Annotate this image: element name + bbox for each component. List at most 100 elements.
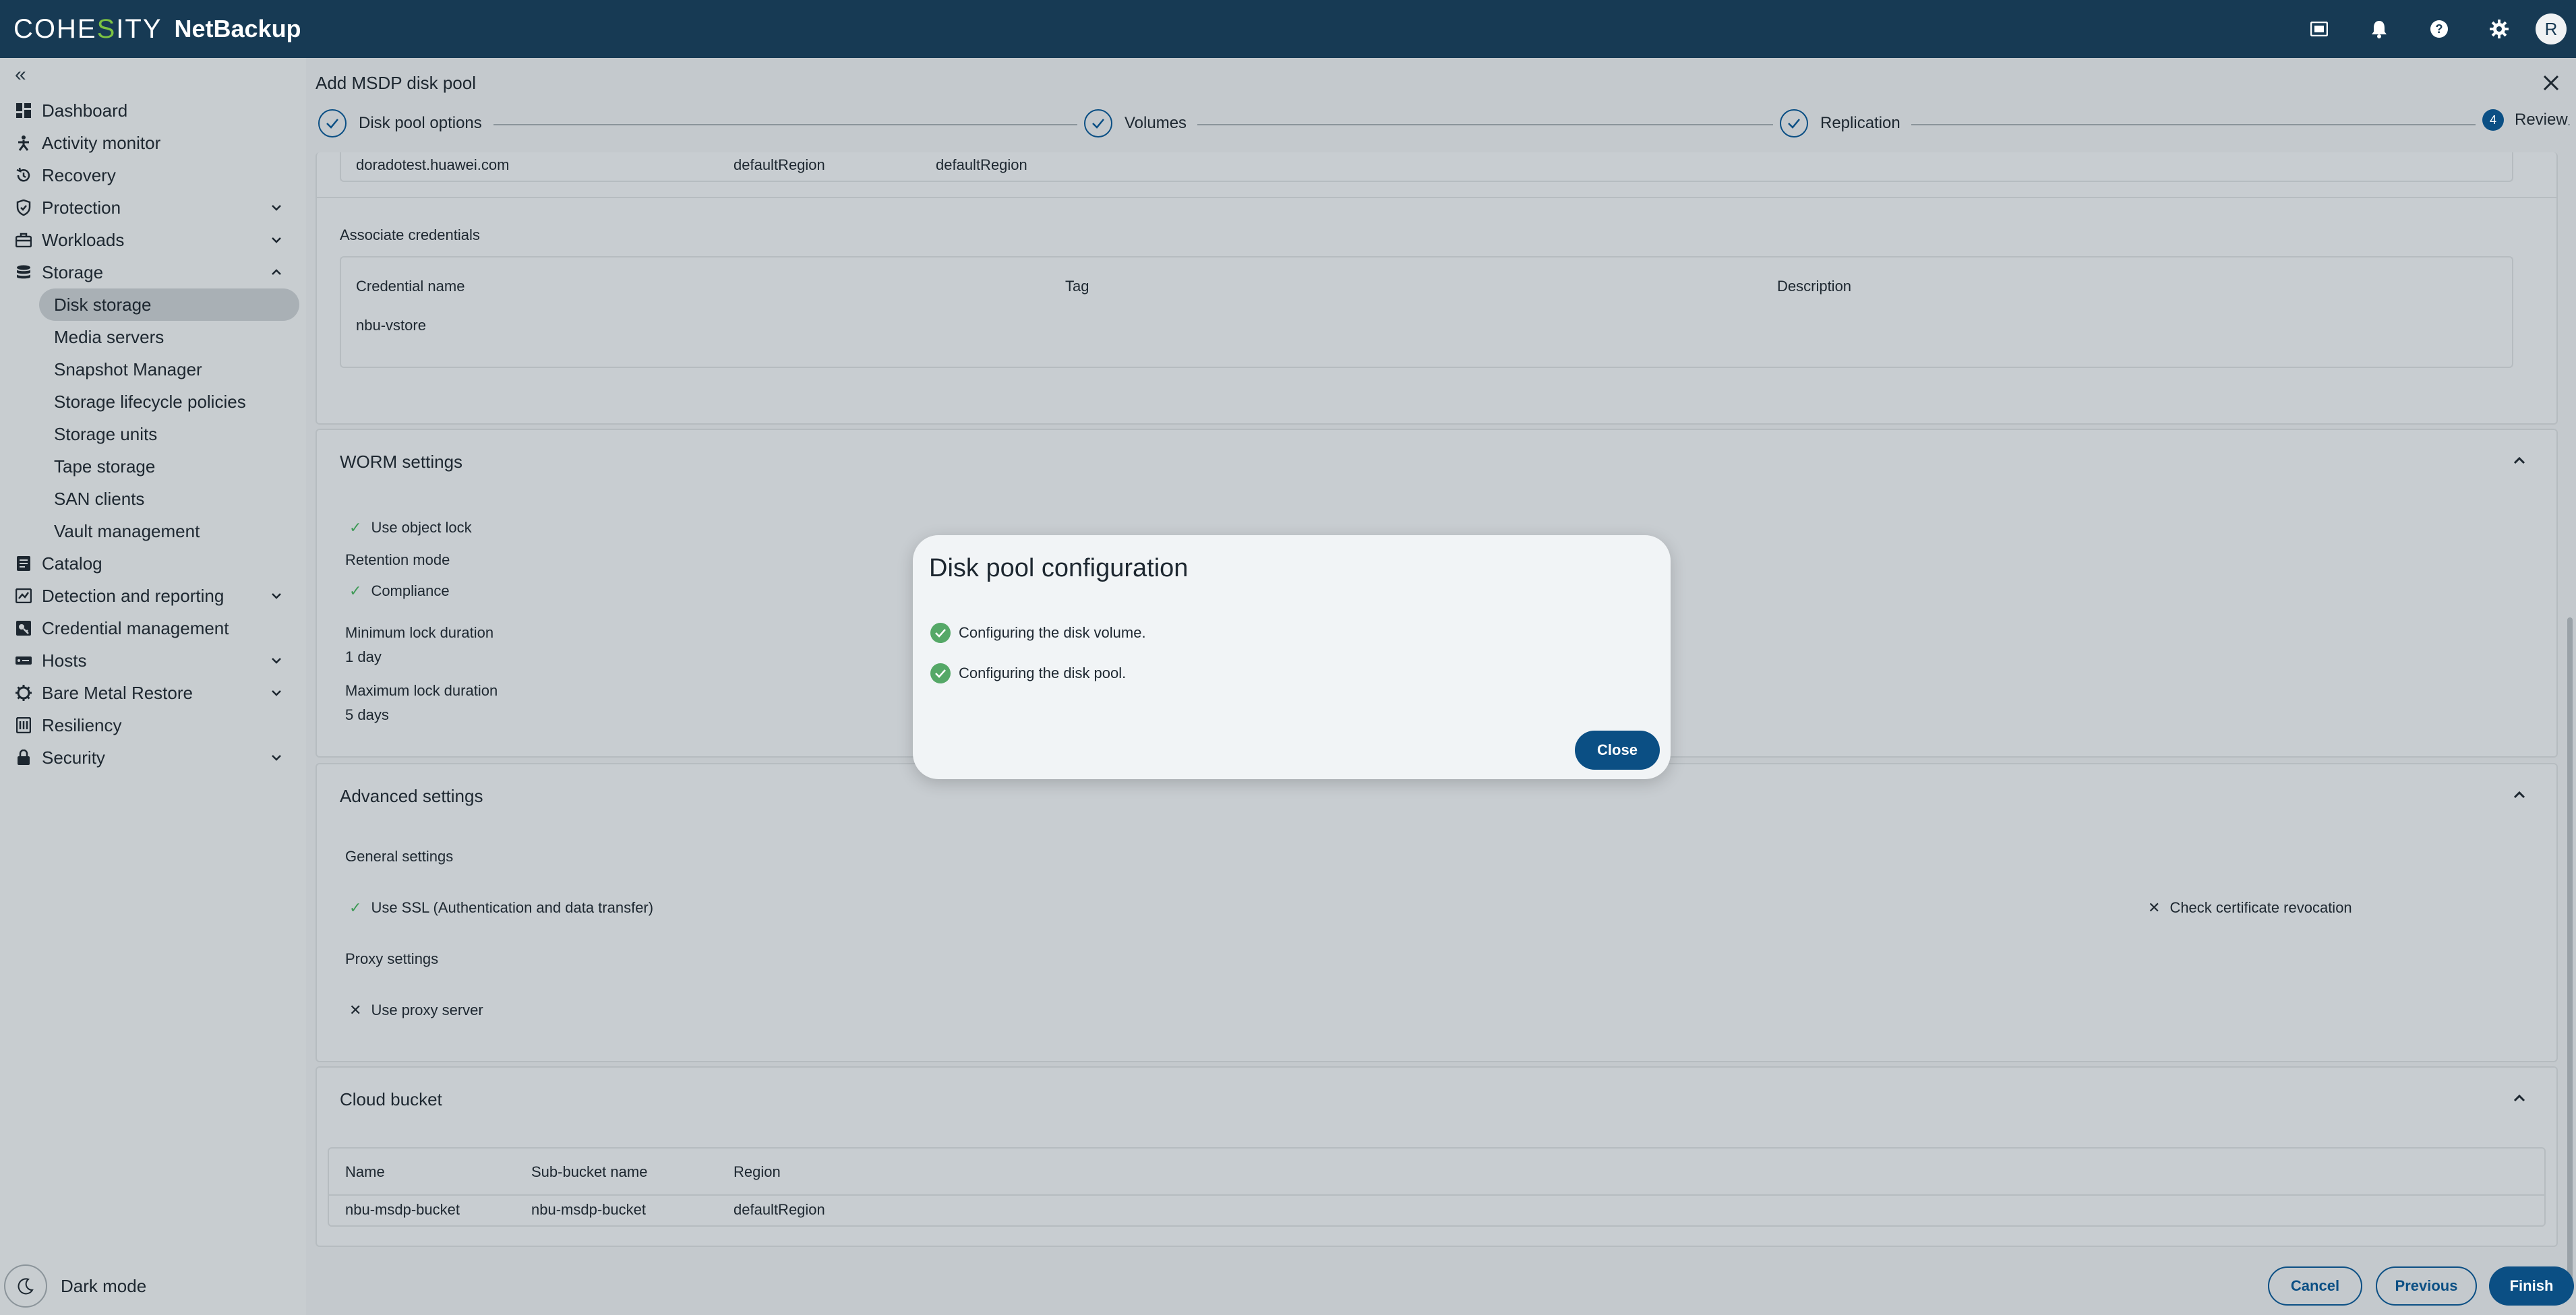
- assoc-credentials-title: Associate credentials: [340, 226, 480, 243]
- step-replication[interactable]: Replication: [1773, 109, 1911, 137]
- sidebar-subitem-vault-management[interactable]: Vault management: [0, 515, 306, 547]
- sidebar-item-protection[interactable]: Protection: [0, 191, 306, 224]
- step-label: Replication: [1820, 114, 1900, 132]
- col-header-description: Description: [1777, 278, 1852, 295]
- detection-icon: [15, 587, 32, 605]
- sidebar-item-catalog[interactable]: Catalog: [0, 547, 306, 580]
- sidebar-item-label: Hosts: [42, 650, 87, 671]
- sidebar-subitem-san-clients[interactable]: SAN clients: [0, 483, 306, 515]
- status-text: Configuring the disk pool.: [959, 665, 1127, 681]
- sidebar-subitem-storage-lifecycle-policies[interactable]: Storage lifecycle policies: [0, 386, 306, 418]
- dashboard-icon: [15, 102, 32, 119]
- sub-bucket-cell: nbu-msdp-bucket: [531, 1201, 646, 1218]
- sidebar-item-label: Storage: [42, 262, 104, 282]
- chevron-up-icon[interactable]: [2509, 1088, 2529, 1108]
- chevron-down-icon[interactable]: [267, 748, 286, 767]
- check-cert-revocation: ✕ Check certificate revocation: [2148, 899, 2352, 916]
- sidebar-item-dashboard[interactable]: Dashboard: [0, 94, 306, 127]
- bmr-icon: [15, 684, 32, 702]
- sidebar-item-recovery[interactable]: Recovery: [0, 159, 306, 191]
- chevron-up-icon[interactable]: [2509, 450, 2529, 470]
- sidebar-subitem-tape-storage[interactable]: Tape storage: [0, 450, 306, 483]
- collapse-sidebar-icon[interactable]: «: [15, 63, 26, 86]
- max-lock-value: 5 days: [345, 706, 389, 723]
- grid-apps-icon[interactable]: [2289, 0, 2349, 58]
- finish-button[interactable]: Finish: [2489, 1266, 2574, 1306]
- scrollbar-thumb[interactable]: [2567, 617, 2573, 1291]
- proxy-settings-label: Proxy settings: [345, 950, 439, 967]
- resiliency-icon: [15, 716, 32, 734]
- col-header-sub-bucket: Sub-bucket name: [531, 1163, 648, 1180]
- sidebar-item-label: Resiliency: [42, 714, 122, 735]
- help-icon[interactable]: ?: [2409, 0, 2469, 58]
- dark-mode-label: Dark mode: [61, 1275, 147, 1296]
- sidebar-subitem-storage-units[interactable]: Storage units: [0, 418, 306, 450]
- region-cell: defaultRegion: [733, 1201, 825, 1218]
- success-check-icon: [930, 623, 951, 643]
- sidebar-item-credential-management[interactable]: Credential management: [0, 612, 306, 644]
- disk-pool-config-dialog: Disk pool configuration Configuring the …: [913, 535, 1671, 779]
- bell-icon[interactable]: [2349, 0, 2409, 58]
- chevron-down-icon[interactable]: [267, 198, 286, 217]
- sidebar-item-security[interactable]: Security: [0, 741, 306, 774]
- step-label: Disk pool options: [359, 114, 482, 132]
- sidebar-item-label: Security: [42, 747, 105, 768]
- sidebar-item-label: Recovery: [42, 164, 116, 185]
- sidebar-item-activity-monitor[interactable]: Activity monitor: [0, 127, 306, 159]
- chevron-down-icon[interactable]: [267, 231, 286, 249]
- gear-icon[interactable]: [2469, 0, 2529, 58]
- advanced-settings-card: Advanced settings General settings ✓ Use …: [316, 763, 2558, 1062]
- sidebar-item-workloads[interactable]: Workloads: [0, 224, 306, 256]
- sidebar-item-detection-and-reporting[interactable]: Detection and reporting: [0, 580, 306, 612]
- check-circle-icon: [318, 109, 347, 137]
- chevron-down-icon[interactable]: [267, 683, 286, 702]
- recovery-icon: [15, 166, 32, 184]
- section-title: WORM settings: [340, 452, 463, 472]
- cancel-button[interactable]: Cancel: [2268, 1266, 2362, 1306]
- server-region: defaultRegion: [936, 156, 1027, 173]
- chevron-down-icon[interactable]: [267, 651, 286, 670]
- max-lock-label: Maximum lock duration: [345, 682, 498, 699]
- close-icon[interactable]: [2540, 71, 2563, 94]
- cohesity-logo: COHESITY: [13, 13, 162, 44]
- sidebar-item-storage[interactable]: Storage: [0, 256, 306, 288]
- sidebar-subitem-disk-storage[interactable]: Disk storage: [39, 288, 299, 321]
- chevron-up-icon[interactable]: [2509, 785, 2529, 805]
- close-button[interactable]: Close: [1575, 731, 1660, 770]
- bucket-name-cell: nbu-msdp-bucket: [345, 1201, 460, 1218]
- top-icons: ? R: [2289, 0, 2576, 58]
- sidebar-subitem-snapshot-manager[interactable]: Snapshot Manager: [0, 353, 306, 386]
- status-row: Configuring the disk volume.: [930, 623, 1146, 643]
- general-settings-label: General settings: [345, 848, 454, 865]
- sidebar-item-label: Credential management: [42, 617, 229, 638]
- svg-text:?: ?: [2435, 22, 2443, 36]
- dark-mode-toggle[interactable]: Dark mode: [4, 1264, 146, 1308]
- sidebar-item-bare-metal-restore[interactable]: Bare Metal Restore: [0, 677, 306, 709]
- col-header-name: Name: [345, 1163, 385, 1180]
- storage-icon: [15, 264, 32, 281]
- brand[interactable]: COHESITY NetBackup: [0, 14, 301, 44]
- x-icon: ✕: [349, 1002, 362, 1018]
- step-volumes[interactable]: Volumes: [1077, 109, 1198, 137]
- previous-button[interactable]: Previous: [2376, 1266, 2477, 1306]
- scrollbar[interactable]: [2567, 159, 2573, 1298]
- sidebar-item-label: Dashboard: [42, 100, 128, 121]
- step-disk-pool-options[interactable]: Disk pool options: [318, 109, 493, 137]
- lock-icon: [15, 749, 32, 766]
- step-review[interactable]: 4 Review: [2476, 109, 2568, 131]
- sidebar-item-hosts[interactable]: Hosts: [0, 644, 306, 677]
- col-header-tag: Tag: [1065, 278, 1089, 295]
- col-header-credential-name: Credential name: [356, 278, 465, 295]
- sidebar-item-label: Catalog: [42, 553, 102, 574]
- sidebar-item-resiliency[interactable]: Resiliency: [0, 709, 306, 741]
- sidebar-item-label: Workloads: [42, 229, 125, 250]
- credentials-table: Credential name Tag Description nbu-vsto…: [340, 256, 2513, 368]
- avatar[interactable]: R: [2536, 13, 2567, 44]
- sidebar-subitem-media-servers[interactable]: Media servers: [0, 321, 306, 353]
- section-title: Advanced settings: [340, 786, 483, 806]
- status-row: Configuring the disk pool.: [930, 663, 1126, 683]
- use-ssl: ✓ Use SSL (Authentication and data transf…: [349, 899, 654, 916]
- hosts-icon: [15, 652, 32, 669]
- chevron-down-icon[interactable]: [267, 586, 286, 605]
- chevron-up-icon[interactable]: [267, 263, 286, 282]
